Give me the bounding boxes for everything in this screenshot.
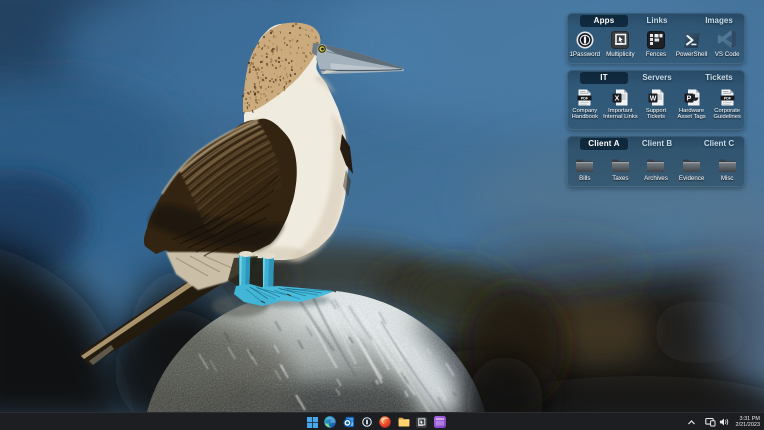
svg-text:PDF: PDF bbox=[581, 96, 589, 100]
svg-text:W: W bbox=[650, 96, 657, 103]
svg-text:X: X bbox=[615, 96, 620, 103]
svg-text:P: P bbox=[686, 96, 691, 103]
svg-text:PDF: PDF bbox=[724, 96, 732, 100]
